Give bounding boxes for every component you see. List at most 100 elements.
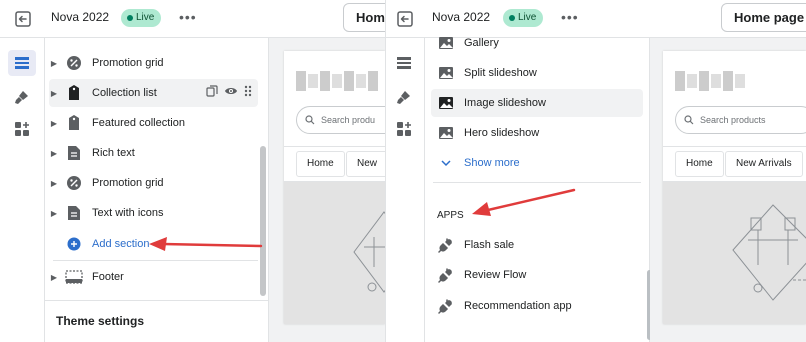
app-item-flash-sale[interactable]: Flash sale xyxy=(431,231,643,259)
more-actions-button[interactable]: ••• xyxy=(179,10,197,24)
add-section-button[interactable]: Add section xyxy=(49,230,258,258)
exit-icon[interactable] xyxy=(395,9,415,29)
store-name: Nova 2022 xyxy=(51,10,110,24)
page-selector[interactable]: Hom xyxy=(343,3,385,32)
section-item-promotion-grid[interactable]: ▶ Promotion grid xyxy=(49,49,258,77)
nav-tab-new-arrivals[interactable]: New Arrivals xyxy=(725,151,803,177)
percent-icon xyxy=(63,52,85,74)
collection-icon xyxy=(63,112,85,134)
search-placeholder: Search produ xyxy=(321,115,376,125)
add-section-label: Add section xyxy=(92,238,150,250)
theme-settings-link[interactable]: Theme settings xyxy=(56,314,144,328)
section-item-featured-collection[interactable]: ▶ Featured collection xyxy=(49,109,258,137)
section-item-text-with-icons[interactable]: ▶ Text with icons xyxy=(49,199,258,227)
preview-nav: Home New Arrivals xyxy=(663,146,806,182)
status-badge: Live xyxy=(121,9,162,27)
add-section-picker: Gallery Split slideshow Image slideshow … xyxy=(425,37,652,342)
app-label: Review Flow xyxy=(464,269,527,281)
paintbrush-icon xyxy=(15,91,28,104)
exit-icon[interactable] xyxy=(13,9,33,29)
nav-tab-new[interactable]: New xyxy=(346,151,385,177)
chevron-right-icon[interactable]: ▶ xyxy=(49,59,59,68)
chevron-right-icon[interactable]: ▶ xyxy=(49,149,59,158)
image-icon xyxy=(435,32,457,54)
text-block-icon xyxy=(63,202,85,224)
sidebar-scrollbar[interactable] xyxy=(260,146,266,296)
chevron-right-icon[interactable]: ▶ xyxy=(49,179,59,188)
section-label: Promotion grid xyxy=(92,57,164,69)
furniture-illustration-icon xyxy=(732,204,806,301)
plus-circle-icon xyxy=(63,233,85,255)
paintbrush-icon xyxy=(397,91,410,104)
right-screenshot-panel: Nova 2022 Live ••• Home page Gallery Spl… xyxy=(385,0,806,342)
preview-search-input[interactable]: Search products xyxy=(675,106,806,134)
app-item-review-flow[interactable]: Review Flow xyxy=(431,261,643,289)
chevron-right-icon[interactable]: ▶ xyxy=(49,89,59,98)
live-dot-icon xyxy=(509,15,515,21)
chevron-right-icon[interactable]: ▶ xyxy=(49,209,59,218)
block-item-image-slideshow[interactable]: Image slideshow xyxy=(431,89,643,117)
app-embeds-tab[interactable] xyxy=(8,116,36,142)
collection-icon xyxy=(63,82,85,104)
block-item-split-slideshow[interactable]: Split slideshow xyxy=(431,59,643,87)
preview-area: Search products Home New Arrivals xyxy=(650,38,806,342)
search-icon xyxy=(684,115,694,125)
section-item-promotion-grid[interactable]: ▶ Promotion grid xyxy=(49,169,258,197)
sections-tab[interactable] xyxy=(8,50,36,76)
text-block-icon xyxy=(63,142,85,164)
block-label: Split slideshow xyxy=(464,67,537,79)
status-badge-label: Live xyxy=(518,12,537,23)
more-actions-button[interactable]: ••• xyxy=(561,10,579,24)
nav-tab-home[interactable]: Home xyxy=(675,151,724,177)
sections-tab[interactable] xyxy=(390,50,418,76)
section-item-collection-list[interactable]: ▶ Collection list xyxy=(49,79,258,107)
theme-settings-tab[interactable] xyxy=(8,84,36,110)
section-label: Rich text xyxy=(92,147,135,159)
eye-icon[interactable] xyxy=(224,85,238,97)
hero-image-placeholder xyxy=(284,182,385,324)
block-label: Hero slideshow xyxy=(464,127,540,139)
sections-icon xyxy=(397,57,411,69)
preview-search-input[interactable]: Search produ xyxy=(296,106,385,134)
top-bar: Nova 2022 Live ••• Hom xyxy=(0,0,385,38)
preview-area: Search produ Home New xyxy=(269,38,385,342)
status-badge-label: Live xyxy=(136,12,155,23)
sections-icon xyxy=(15,57,29,69)
plug-icon xyxy=(435,295,457,317)
chevron-down-icon xyxy=(435,152,457,174)
section-label: Text with icons xyxy=(92,207,164,219)
app-label: Flash sale xyxy=(464,239,515,251)
theme-settings-tab[interactable] xyxy=(390,84,418,110)
store-logo-blurred xyxy=(675,71,745,91)
section-label: Footer xyxy=(92,271,124,283)
app-item-recommendation-app[interactable]: Recommendation app xyxy=(431,292,643,320)
live-dot-icon xyxy=(127,15,133,21)
nav-tab-home[interactable]: Home xyxy=(296,151,345,177)
block-item-hero-slideshow[interactable]: Hero slideshow xyxy=(431,119,643,147)
theme-settings-divider xyxy=(45,300,268,301)
chevron-right-icon[interactable]: ▶ xyxy=(49,119,59,128)
block-label: Gallery xyxy=(464,37,499,49)
section-item-footer[interactable]: ▶ Footer xyxy=(49,263,258,291)
store-name: Nova 2022 xyxy=(432,10,491,24)
sections-sidebar: ▶ Promotion grid ▶ Collection list ▶ Fea… xyxy=(45,37,269,342)
page-selector[interactable]: Home page xyxy=(721,3,806,32)
status-badge: Live xyxy=(503,9,544,27)
section-item-rich-text[interactable]: ▶ Rich text xyxy=(49,139,258,167)
app-embeds-tab[interactable] xyxy=(390,116,418,142)
chevron-right-icon[interactable]: ▶ xyxy=(49,273,59,282)
show-more-button[interactable]: Show more xyxy=(431,149,643,177)
block-item-gallery[interactable]: Gallery xyxy=(431,29,643,57)
search-icon xyxy=(305,115,315,125)
section-label: Featured collection xyxy=(92,117,185,129)
app-label: Recommendation app xyxy=(464,300,572,312)
drag-handle-icon[interactable] xyxy=(244,85,252,97)
image-icon xyxy=(435,62,457,84)
section-label: Collection list xyxy=(92,87,157,99)
left-rail xyxy=(0,38,45,342)
duplicate-icon[interactable] xyxy=(206,85,218,97)
image-icon xyxy=(435,92,457,114)
block-label: Image slideshow xyxy=(464,97,546,109)
row-actions xyxy=(206,85,252,97)
percent-icon xyxy=(63,172,85,194)
